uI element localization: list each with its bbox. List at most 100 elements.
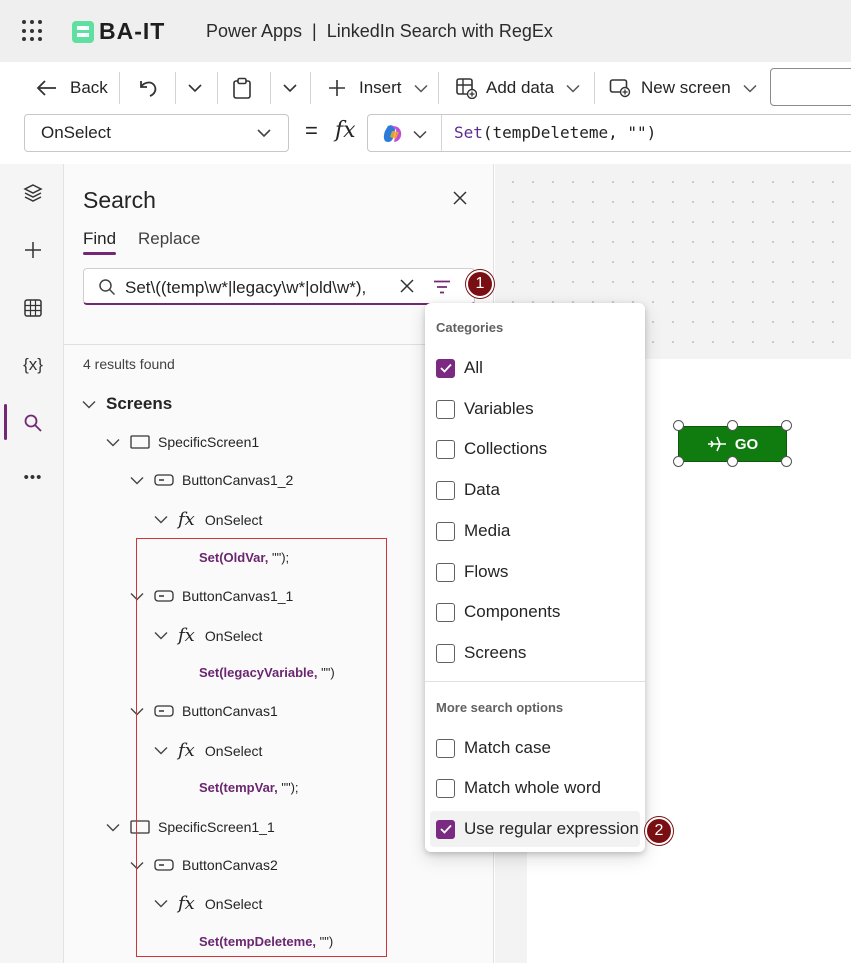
fx-icon[interactable]: fx bbox=[335, 118, 356, 143]
new-screen-icon bbox=[609, 79, 631, 98]
category-screens[interactable]: Screens bbox=[425, 635, 645, 671]
search-query: Set\((temp\w*|legacy\w*|old\w*), bbox=[125, 278, 367, 297]
paste-menu-button[interactable] bbox=[282, 62, 298, 114]
category-label: Flows bbox=[464, 562, 509, 581]
tab-find[interactable]: Find bbox=[83, 229, 116, 249]
option-match-whole-word[interactable]: Match whole word bbox=[425, 770, 645, 806]
formula-input[interactable]: Set(tempDeleteme, "") bbox=[367, 114, 851, 152]
table-icon bbox=[24, 299, 42, 317]
checkbox[interactable] bbox=[436, 602, 455, 622]
results-highlight-box bbox=[136, 538, 387, 957]
add-data-icon bbox=[456, 78, 477, 99]
tree-view-button[interactable] bbox=[20, 180, 46, 206]
tab-find-underline bbox=[83, 252, 116, 255]
tree-row-screen[interactable]: SpecificScreen1 bbox=[106, 434, 259, 450]
more-icon: ••• bbox=[23, 468, 43, 486]
divider bbox=[425, 681, 645, 682]
tab-replace[interactable]: Replace bbox=[138, 229, 200, 249]
separator bbox=[594, 72, 595, 104]
tree-row-control[interactable]: ButtonCanvas1_2 bbox=[130, 472, 293, 488]
category-media[interactable]: Media bbox=[425, 513, 645, 549]
close-button[interactable] bbox=[452, 190, 468, 206]
category-variables[interactable]: Variables bbox=[425, 391, 645, 427]
resize-handle[interactable] bbox=[673, 420, 684, 431]
option-match-case[interactable]: Match case bbox=[425, 730, 645, 766]
property-dropdown[interactable]: OnSelect bbox=[24, 114, 289, 152]
category-all[interactable]: All bbox=[425, 350, 645, 386]
add-data-label: Add data bbox=[486, 78, 555, 97]
category-label: All bbox=[464, 358, 483, 377]
resize-handle[interactable] bbox=[673, 456, 684, 467]
new-screen-label: New screen bbox=[641, 78, 731, 97]
insert-rail-button[interactable] bbox=[20, 237, 46, 263]
checkbox-checked[interactable] bbox=[436, 819, 455, 839]
checkbox[interactable] bbox=[436, 480, 455, 500]
search-icon bbox=[99, 279, 116, 296]
paste-button[interactable] bbox=[232, 62, 252, 114]
close-icon bbox=[400, 279, 414, 293]
tree-group-screens[interactable]: Screens bbox=[82, 394, 172, 414]
brand-logo-icon bbox=[72, 20, 94, 43]
data-rail-button[interactable] bbox=[20, 295, 46, 321]
checkbox[interactable] bbox=[436, 439, 455, 459]
category-label: Media bbox=[464, 521, 511, 540]
new-screen-button[interactable]: New screen bbox=[609, 62, 757, 114]
step-badge-1: 1 bbox=[466, 270, 494, 298]
toolbar-right-field[interactable] bbox=[770, 68, 851, 106]
screen-icon bbox=[130, 435, 150, 449]
filter-button[interactable] bbox=[433, 280, 451, 294]
separator bbox=[270, 72, 271, 104]
chevron-down-icon bbox=[413, 130, 427, 139]
plus-icon bbox=[25, 242, 41, 258]
checkbox[interactable] bbox=[436, 738, 455, 758]
checkbox[interactable] bbox=[436, 399, 455, 419]
option-label: Match whole word bbox=[464, 778, 602, 797]
clear-search-button[interactable] bbox=[399, 278, 415, 294]
checkbox[interactable] bbox=[436, 562, 455, 582]
active-indicator bbox=[4, 404, 7, 440]
separator bbox=[310, 72, 311, 104]
title-bar: BA-IT Power Apps | LinkedIn Search with … bbox=[0, 0, 851, 62]
option-use-regex[interactable]: Use regular expression bbox=[430, 811, 640, 847]
category-flows[interactable]: Flows bbox=[425, 554, 645, 590]
undo-icon bbox=[140, 81, 157, 97]
resize-handle[interactable] bbox=[727, 456, 738, 467]
checkbox[interactable] bbox=[436, 643, 455, 663]
screen-name: SpecificScreen1 bbox=[158, 434, 260, 450]
more-options-header: More search options bbox=[436, 700, 564, 715]
add-data-button[interactable]: Add data bbox=[455, 62, 580, 114]
search-rail-button[interactable] bbox=[20, 410, 46, 436]
app-launcher-icon[interactable] bbox=[22, 20, 44, 42]
undo-button[interactable] bbox=[137, 62, 159, 114]
tree-row-property[interactable]: fx OnSelect bbox=[154, 509, 262, 530]
formula-function: Set bbox=[454, 123, 483, 142]
undo-menu-button[interactable] bbox=[187, 62, 203, 114]
filter-icon bbox=[434, 280, 450, 294]
category-collections[interactable]: Collections bbox=[425, 431, 645, 467]
category-label: Variables bbox=[464, 399, 534, 418]
button-control-icon bbox=[154, 474, 174, 486]
control-name: ButtonCanvas1_2 bbox=[182, 472, 294, 488]
search-panel-title: Search bbox=[83, 187, 156, 213]
resize-handle[interactable] bbox=[781, 456, 792, 467]
category-data[interactable]: Data bbox=[425, 472, 645, 508]
copilot-button[interactable] bbox=[368, 115, 442, 151]
checkbox[interactable] bbox=[436, 521, 455, 541]
separator bbox=[175, 72, 176, 104]
resize-handle[interactable] bbox=[781, 420, 792, 431]
checkbox-checked[interactable] bbox=[436, 358, 455, 378]
search-input[interactable]: Set\((temp\w*|legacy\w*|old\w*), bbox=[83, 268, 475, 305]
chevron-down-icon bbox=[414, 84, 428, 93]
separator bbox=[438, 72, 439, 104]
airplane-icon bbox=[707, 436, 726, 452]
more-rail-button[interactable]: ••• bbox=[20, 464, 46, 490]
variables-rail-button[interactable]: {x} bbox=[20, 352, 46, 378]
plus-icon bbox=[329, 80, 345, 96]
resize-handle[interactable] bbox=[727, 420, 738, 431]
close-icon bbox=[453, 191, 467, 205]
insert-button[interactable]: Insert bbox=[327, 62, 428, 114]
category-components[interactable]: Components bbox=[425, 594, 645, 630]
back-button[interactable]: Back bbox=[36, 62, 108, 114]
checkbox[interactable] bbox=[436, 778, 455, 798]
clipboard-icon bbox=[233, 77, 251, 99]
